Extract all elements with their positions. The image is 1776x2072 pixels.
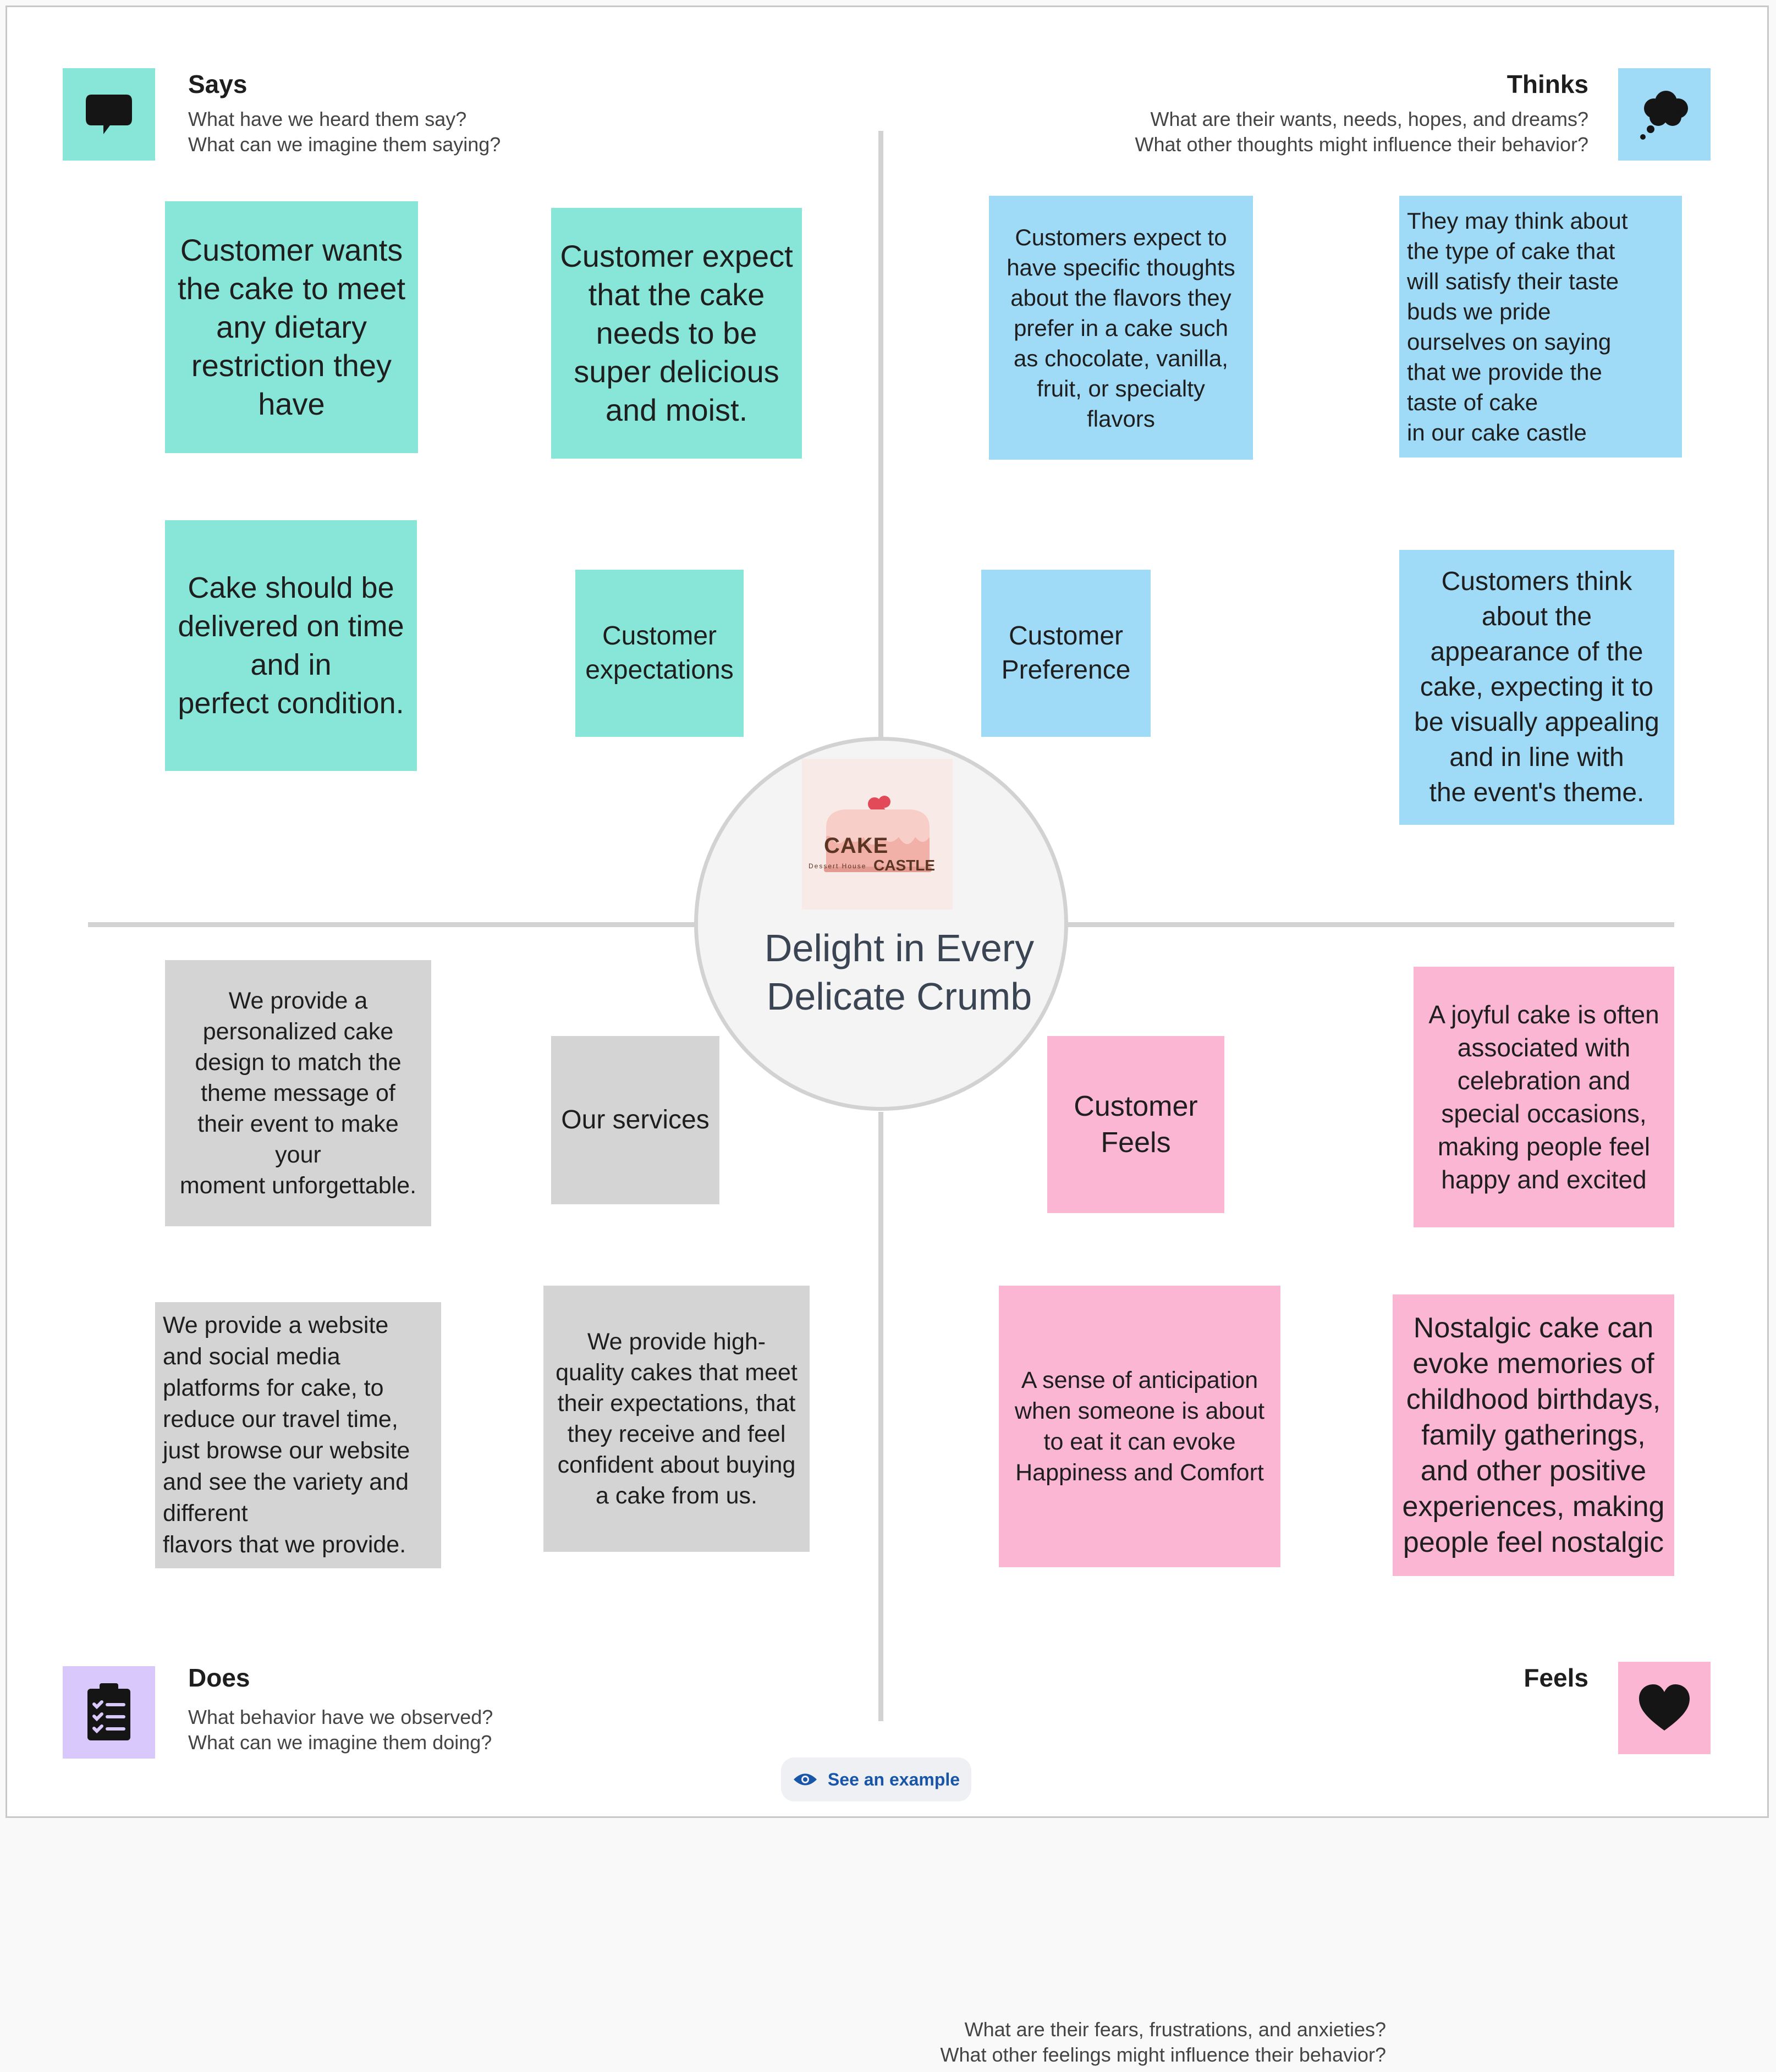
does-icon-tile	[63, 1666, 155, 1759]
see-example-button[interactable]: See an example	[781, 1757, 971, 1801]
does-note-quality[interactable]: We provide high- quality cakes that meet…	[543, 1286, 810, 1552]
speech-bubble-icon	[86, 95, 132, 134]
thinks-icon-tile	[1618, 68, 1711, 161]
does-note-personalized[interactable]: We provide a personalized cake design to…	[165, 960, 431, 1226]
thinks-prompt: What are their wants, needs, hopes, and …	[935, 107, 1588, 157]
thinks-prompt-line2: What other thoughts might influence thei…	[1135, 133, 1588, 156]
says-prompt-line2: What can we imagine them saying?	[188, 133, 501, 156]
feels-icon-tile	[1618, 1662, 1711, 1754]
thinks-title: Thinks	[1506, 70, 1588, 98]
logo-word-castle: CASTLE	[873, 857, 935, 874]
says-prompt-line1: What have we heard them say?	[188, 108, 467, 130]
does-prompt-line1: What behavior have we observed?	[188, 1706, 493, 1728]
thought-cloud-icon	[1640, 91, 1688, 140]
center-title: Delight in Every Delicate Crumb	[710, 924, 1089, 1021]
does-prompt-line2: What can we imagine them doing?	[188, 1731, 492, 1754]
logo-word-cake: CAKE	[824, 834, 889, 858]
feels-prompt-line1: What are their fears, frustrations, and …	[964, 2018, 1386, 2041]
says-note-expectations[interactable]: Customer expectations	[575, 570, 744, 737]
vertical-divider-top	[878, 131, 883, 738]
feels-note-anticipation[interactable]: A sense of anticipation when someone is …	[999, 1286, 1280, 1567]
center-title-line2: Delicate Crumb	[766, 975, 1032, 1018]
does-title: Does	[188, 1663, 250, 1692]
feels-title: Feels	[1524, 1663, 1588, 1692]
says-note-delivery[interactable]: Cake should be delivered on time and in …	[165, 520, 417, 771]
thinks-note-taste[interactable]: They may think about the type of cake th…	[1399, 196, 1682, 458]
eye-icon	[793, 1773, 817, 1786]
feels-note-nostalgic[interactable]: Nostalgic cake can evoke memories of chi…	[1393, 1294, 1674, 1576]
see-example-label: See an example	[827, 1769, 960, 1789]
clipboard-checklist-icon	[87, 1683, 130, 1740]
says-title: Says	[188, 70, 248, 98]
thinks-prompt-line1: What are their wants, needs, hopes, and …	[1150, 108, 1588, 130]
horizontal-divider-left	[88, 922, 695, 927]
logo-tagline: Dessert House	[809, 862, 867, 870]
horizontal-divider-right	[1067, 922, 1674, 927]
says-prompt: What have we heard them say? What can we…	[188, 107, 501, 157]
says-note-dietary[interactable]: Customer wants the cake to meet any diet…	[165, 201, 418, 453]
thinks-note-appearance[interactable]: Customers think about the appearance of …	[1399, 550, 1674, 825]
feels-prompt: What are their fears, frustrations, and …	[792, 2017, 1386, 2068]
thinks-note-preference[interactable]: Customer Preference	[981, 570, 1151, 737]
cake-castle-logo: CAKE Dessert House CASTLE	[802, 759, 953, 910]
heart-icon	[1639, 1684, 1690, 1731]
says-icon-tile	[63, 68, 155, 161]
feels-note-customer-feels[interactable]: Customer Feels	[1047, 1036, 1224, 1213]
thinks-note-flavors[interactable]: Customers expect to have specific though…	[989, 196, 1253, 460]
vertical-divider-bottom	[878, 1112, 883, 1721]
says-note-delicious[interactable]: Customer expect that the cake needs to b…	[551, 208, 802, 459]
does-prompt: What behavior have we observed? What can…	[188, 1705, 493, 1755]
center-title-line1: Delight in Every	[764, 927, 1035, 969]
does-note-services[interactable]: Our services	[551, 1036, 719, 1204]
does-note-website[interactable]: We provide a website and social media pl…	[155, 1302, 441, 1568]
feels-note-joyful[interactable]: A joyful cake is often associated with c…	[1414, 967, 1674, 1227]
feels-prompt-line2: What other feelings might influence thei…	[940, 2043, 1386, 2066]
